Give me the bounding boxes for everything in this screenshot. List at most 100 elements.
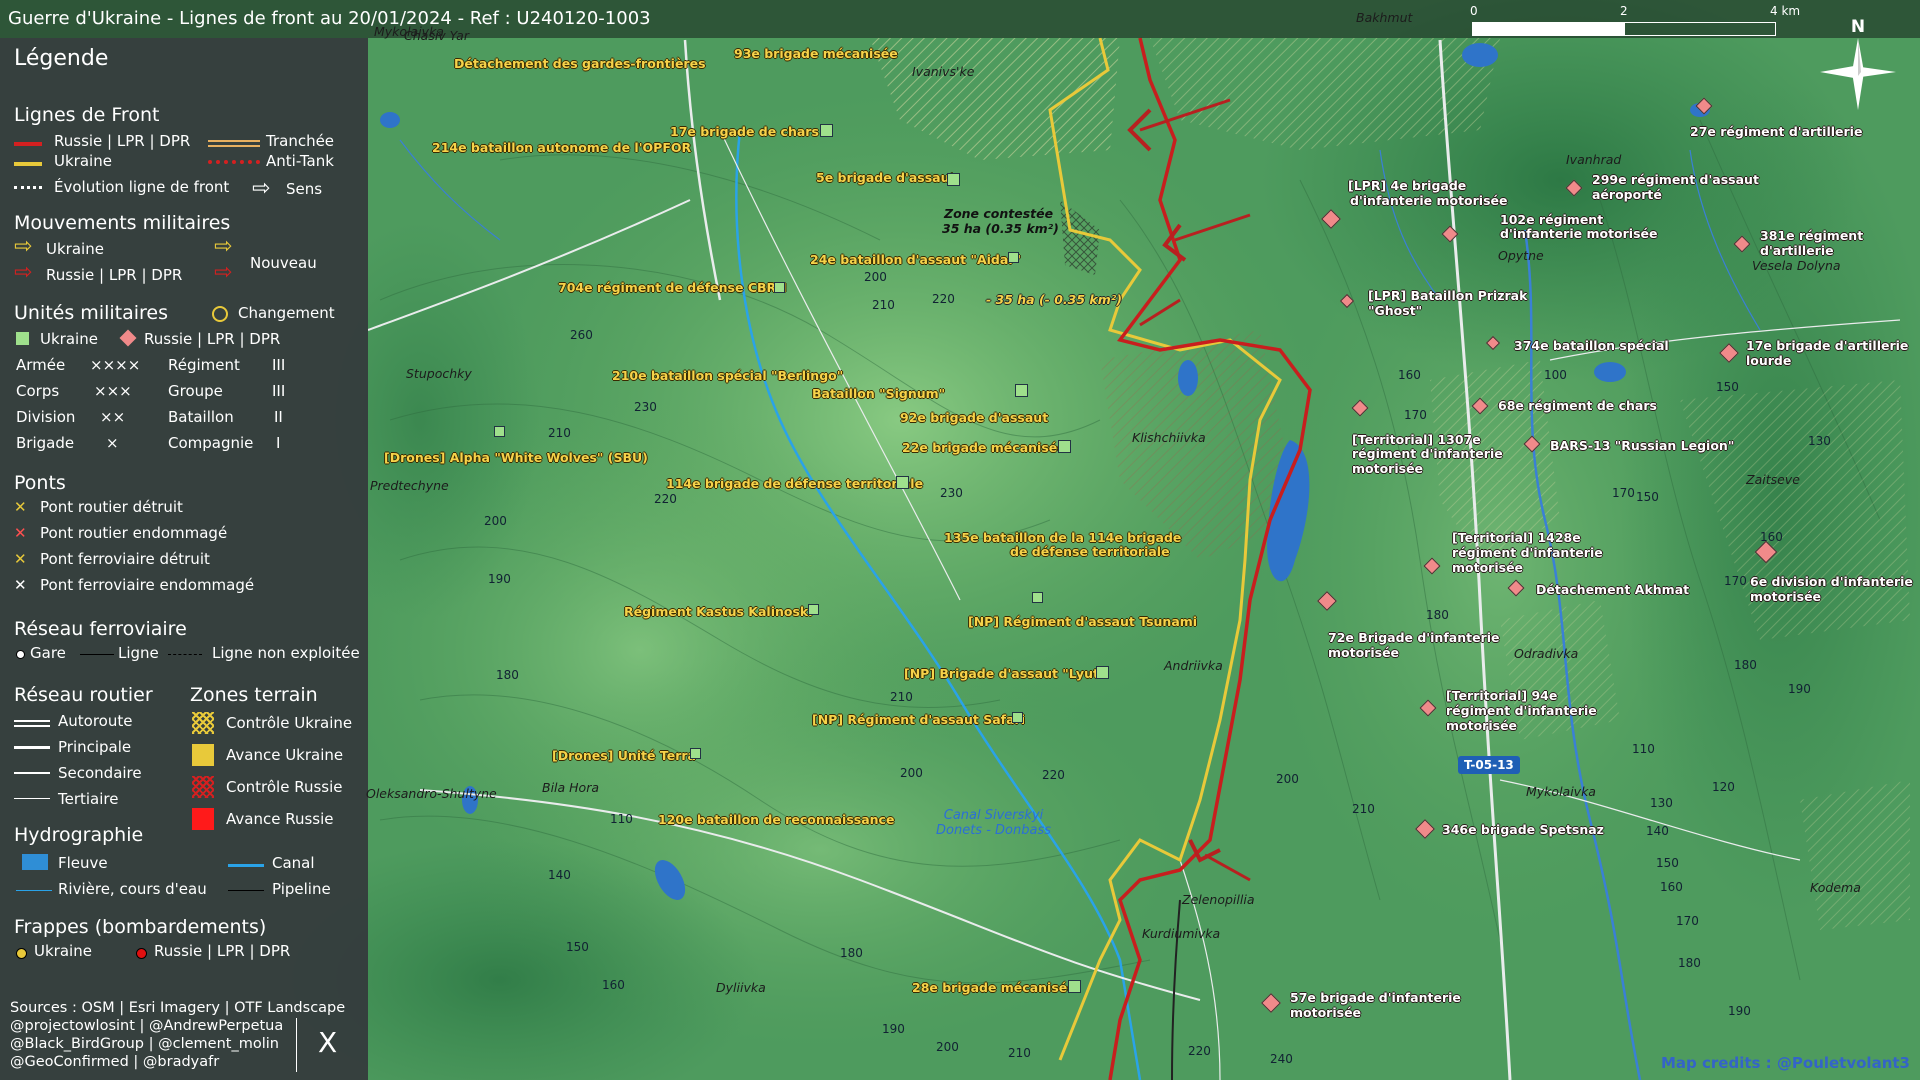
unit-ua-label[interactable]: 135e bataillon de la 114e brigade [944,530,1181,545]
unit-ua-label[interactable]: [NP] Brigade d'assaut "Lyut" [904,666,1105,681]
unit-ru-label[interactable]: motorisée [1328,645,1399,660]
unit-ru-label[interactable]: régiment d'infanterie [1452,545,1603,560]
unit-ru-label[interactable]: 57e brigade d'infanterie [1290,990,1461,1005]
unit-ua-label[interactable]: 17e brigade de chars [670,124,819,139]
unit-ua-label[interactable]: de défense territoriale [1010,544,1170,559]
unit-ru-label[interactable]: d'infanterie motorisée [1350,193,1507,208]
unit-ru-label[interactable]: lourde [1746,353,1791,368]
elevation-label: 150 [1636,490,1659,504]
unit-ru-label[interactable]: 381e régiment [1760,228,1863,243]
unit-ua-label[interactable]: [Drones] Unité Terra [552,748,696,763]
unit-ru-label[interactable]: régiment d'infanterie [1352,446,1503,461]
elevation-label: 200 [484,514,507,528]
unit-ru-label[interactable]: motorisée [1290,1005,1361,1020]
legend-units-change: Changement [238,304,335,322]
unit-ru-label[interactable]: régiment d'infanterie [1446,703,1597,718]
unit-ua-label[interactable]: 22e brigade mécanisée [902,440,1066,455]
unit-ua-label[interactable]: Bataillon "Signum" [812,386,945,401]
elevation-label: 160 [1398,368,1421,382]
unit-ua-label[interactable]: 24e bataillon d'assaut "Aidar" [810,252,1021,267]
place-label: Zelenopillia [1182,892,1255,907]
russia-arrow-icon: ⇨ [14,260,33,285]
unit-ua-label[interactable]: 28e brigade mécanisée [912,980,1076,995]
unit-ua-label[interactable]: 114e brigade de défense territoriale [666,476,923,491]
unit-ru-label[interactable]: [Territorial] 1428e [1452,530,1581,545]
unit-ru-label[interactable]: aéroporté [1592,187,1662,202]
rail-damaged-icon: ✕ [14,576,27,594]
unit-ua-label[interactable]: 93e brigade mécanisée [734,46,898,61]
direction-arrow-icon: ⇨ [252,176,271,201]
unit-ru-label[interactable]: motorisée [1452,560,1523,575]
unit-ua-label[interactable]: 120e bataillon de reconnaissance [658,812,894,827]
unit-ru-label[interactable]: [Territorial] 94e [1446,688,1557,703]
unit-ru-label[interactable]: 299e régiment d'assaut [1592,172,1759,187]
unit-ru-label[interactable]: [LPR] 4e brigade [1348,178,1466,193]
unit-row-0-as: ×××× [90,356,141,374]
unit-ru-label[interactable]: 27e régiment d'artillerie [1690,124,1862,139]
unit-ua-label[interactable]: 5e brigade d'assaut [816,170,955,185]
unit-ru-label[interactable]: 102e régiment [1500,212,1603,227]
legend-front-evolution: Évolution ligne de front [54,178,230,196]
unit-ru-label[interactable]: [LPR] Bataillon Prizrak [1368,288,1527,303]
place-label: Stupochky [406,366,472,381]
legend-units-russia: Russie | LPR | DPR [144,330,281,348]
road-item-2: Secondaire [58,764,142,782]
unit-ru-label[interactable]: "Ghost" [1368,303,1422,318]
unit-row-2-bs: II [274,408,283,426]
unit-row-1-b: Groupe [168,382,223,400]
unit-row-2-as: ×× [100,408,126,426]
legend-title: Légende [14,46,109,71]
elevation-label: 180 [1426,608,1449,622]
elevation-label: 170 [1676,914,1699,928]
unit-ru-label[interactable]: 68e régiment de chars [1498,398,1657,413]
unit-ru-label[interactable]: motorisée [1446,718,1517,733]
unit-ru-label[interactable]: 374e bataillon spécial [1514,338,1669,353]
legend-roads-title: Réseau routier [14,684,153,706]
unit-row-3-as: × [106,434,119,452]
elevation-label: 150 [1656,856,1679,870]
unit-ua-label[interactable]: [NP] Régiment d'assaut Tsunami [968,614,1197,629]
unit-ru-label[interactable]: 346e brigade Spetsnaz [1442,822,1604,837]
map-credit[interactable]: Map credits : @Pouletvolant3 [1661,1054,1910,1072]
contested-zone-label: Zone contestée [944,206,1054,221]
legend-hydro-pipeline: Pipeline [272,880,331,898]
rail-destroyed-icon: ✕ [14,550,27,568]
elevation-label: 260 [570,328,593,342]
elevation-label: 220 [1188,1044,1211,1058]
road-item-1: Principale [58,738,132,756]
unit-ua-label[interactable]: [Drones] Alpha "White Wolves" (SBU) [384,450,648,465]
unit-ua-label[interactable]: 214e bataillon autonome de l'OPFOR [432,140,691,155]
svg-text:N: N [1851,17,1865,37]
unit-ru-label[interactable]: 72e Brigade d'infanterie [1328,630,1499,645]
unit-ru-label[interactable]: motorisée [1352,461,1423,476]
unit-ua-label[interactable]: 704e régiment de défense CBRN [558,280,787,295]
unit-ru-label[interactable]: d'artillerie [1760,243,1834,258]
unit-ru-label[interactable]: BARS-13 "Russian Legion" [1550,438,1734,453]
unit-ua-label[interactable]: 92e brigade d'assaut [900,410,1048,425]
unit-ru-label[interactable]: [Territorial] 1307e [1352,432,1481,447]
elevation-label: 150 [566,940,589,954]
legend-hydro-river-big: Fleuve [58,854,108,872]
compass-rose-icon: N [1820,17,1896,110]
elevation-label: 110 [610,812,633,826]
zone-item-0: Contrôle Ukraine [226,714,353,732]
new-russia-arrow-icon: ⇨ [214,260,233,285]
elevation-label: 150 [1716,380,1739,394]
unit-ru-label[interactable]: 17e brigade d'artillerie [1746,338,1908,353]
unit-ua-label[interactable]: Détachement des gardes-frontières [454,56,706,71]
elevation-label: 110 [1632,742,1655,756]
x-logo-icon[interactable]: X [318,1026,337,1059]
zone-item-1: Avance Ukraine [226,746,344,764]
elevation-label: 220 [654,492,677,506]
legend-front-russia: Russie | LPR | DPR [54,132,191,150]
elevation-label: 190 [1728,1004,1751,1018]
unit-ru-label[interactable]: Détachement Akhmat [1536,582,1689,597]
unit-ua-label[interactable]: [NP] Régiment d'assaut Safari [812,712,1025,727]
elevation-label: 200 [936,1040,959,1054]
source-line-2: @Black_BirdGroup | @clement_molin [10,1036,279,1052]
unit-ru-label[interactable]: motorisée [1750,589,1821,604]
unit-ru-label[interactable]: d'infanterie motorisée [1500,226,1657,241]
unit-ru-label[interactable]: 6e division d'infanterie [1750,574,1913,589]
unit-ua-label[interactable]: 210e bataillon spécial "Berlingo" [612,368,843,383]
unit-ua-label[interactable]: Régiment Kastus Kalinoski [624,604,813,619]
